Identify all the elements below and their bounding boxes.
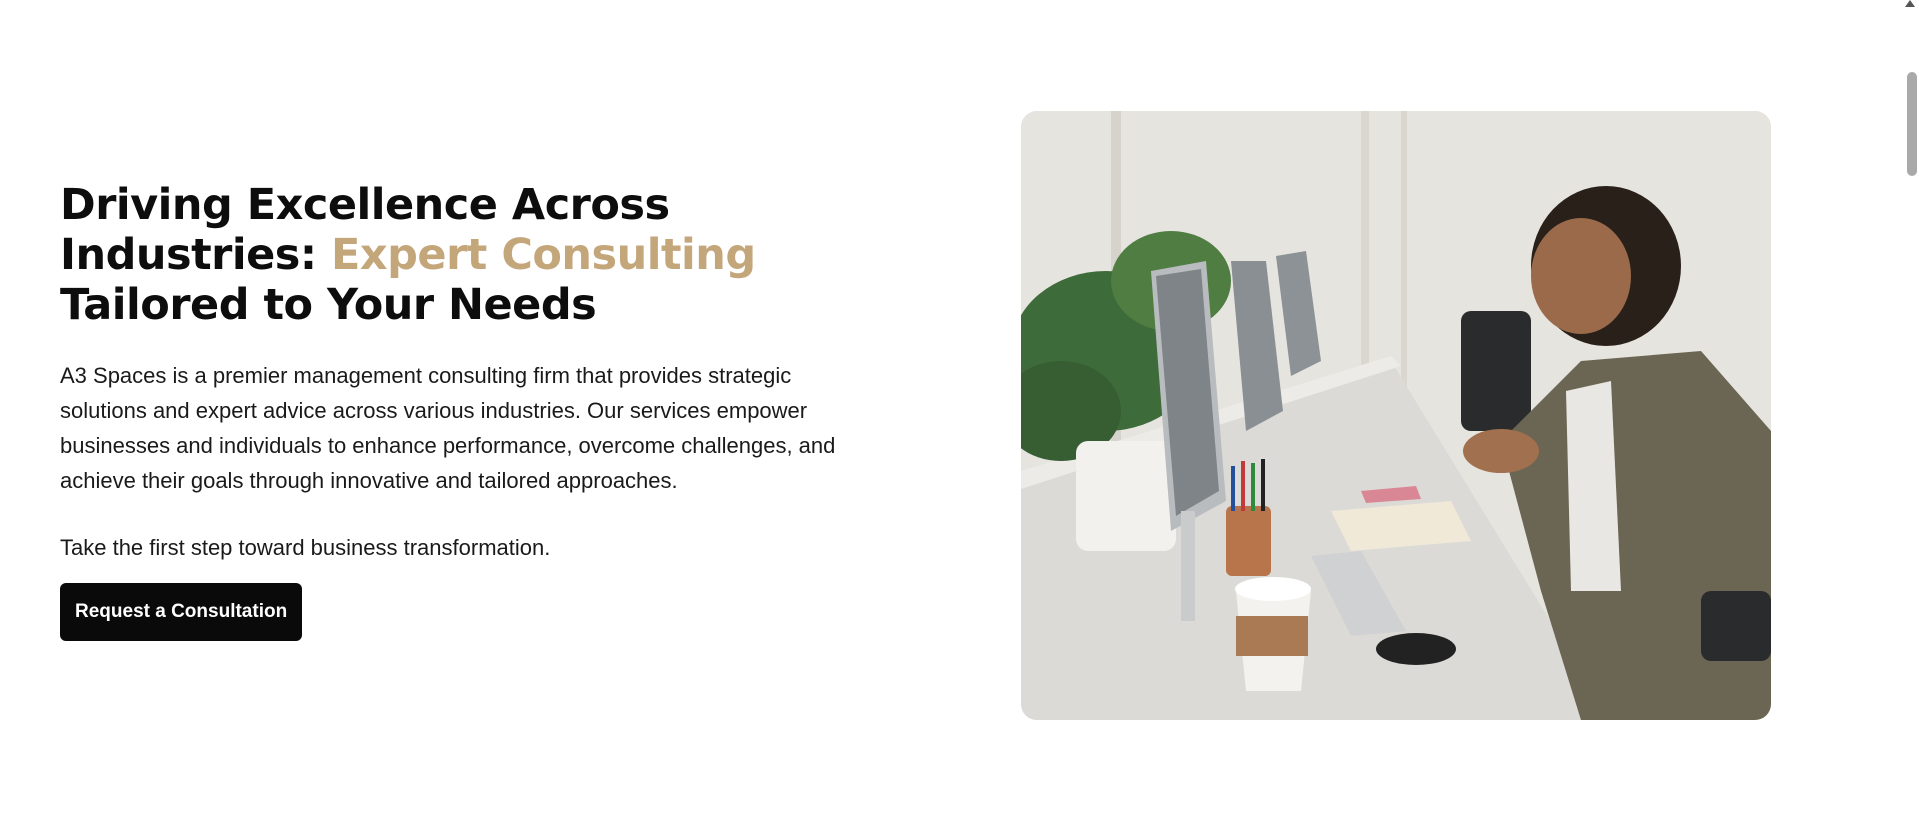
page: Driving Excellence Across Industries: Ex… [0,0,1919,817]
hero-description: A3 Spaces is a premier management consul… [60,363,836,493]
scrollbar[interactable] [1902,0,1919,817]
scrollbar-thumb[interactable] [1907,72,1917,176]
hero-headline: Driving Excellence Across Industries: Ex… [60,180,900,330]
request-consultation-button[interactable]: Request a Consultation [60,583,303,641]
cta-text: Take the first step toward business tran… [60,535,551,560]
hero-section: Driving Excellence Across Industries: Ex… [60,180,900,641]
headline-accent: Expert Consulting [331,230,756,280]
headline-part2: Tailored to Your Needs [60,280,597,330]
scroll-up-arrow-icon[interactable] [1905,0,1915,7]
office-photo [1021,111,1771,720]
office-photo-illustration [1021,111,1771,720]
